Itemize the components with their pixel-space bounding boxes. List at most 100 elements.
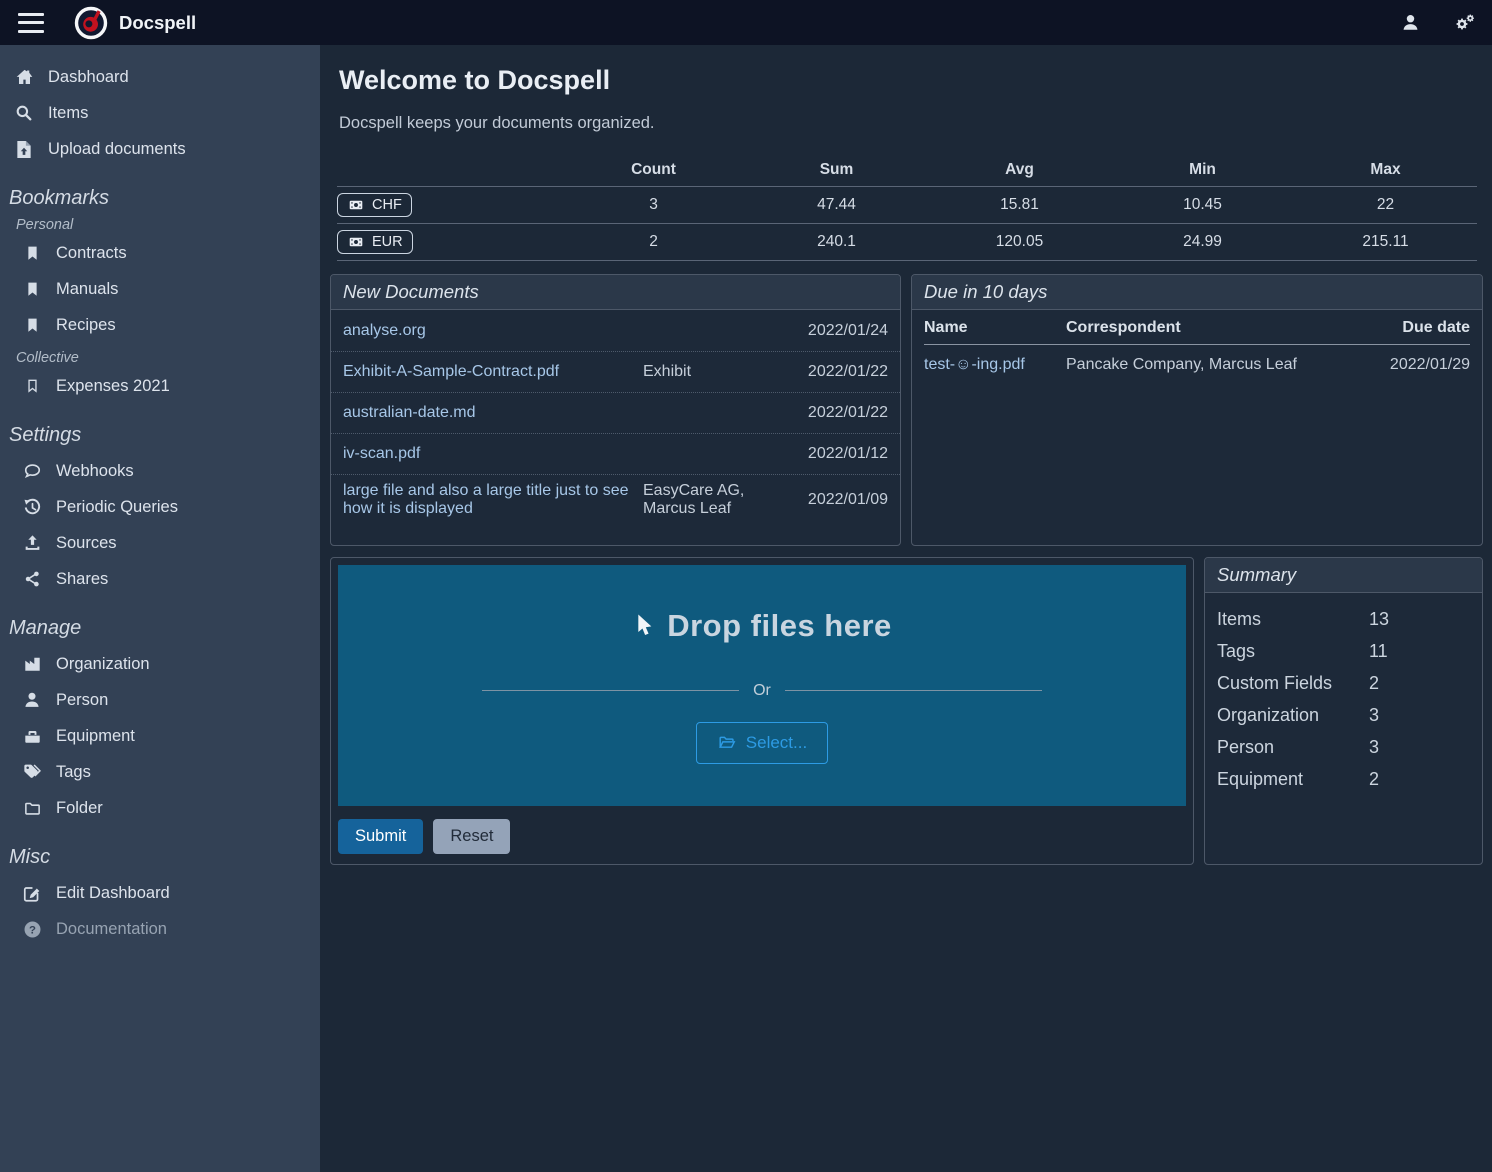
sidebar-item-edit-dashboard[interactable]: Edit Dashboard — [0, 875, 320, 911]
main-content: Welcome to Docspell Docspell keeps your … — [320, 45, 1492, 1172]
stats-row-eur: EUR 2 240.1 120.05 24.99 215.11 — [337, 224, 1477, 261]
folder-icon — [22, 800, 42, 817]
due-table-header: Name Correspondent Due date — [924, 310, 1470, 345]
reset-button[interactable]: Reset — [433, 819, 510, 854]
sidebar-item-label: Tags — [56, 763, 91, 782]
or-label: Or — [753, 682, 771, 700]
document-date: 2022/01/22 — [793, 404, 888, 422]
document-link[interactable]: australian-date.md — [343, 404, 643, 422]
stat-avg: 15.81 — [928, 196, 1111, 214]
sidebar-item-recipes[interactable]: Recipes — [0, 307, 320, 343]
document-date: 2022/01/09 — [793, 491, 888, 509]
sidebar-section-manage: Manage — [0, 617, 320, 640]
bookmark-icon — [22, 316, 42, 334]
menu-toggle-icon[interactable] — [18, 13, 44, 33]
sidebar-item-label: Shares — [56, 570, 108, 589]
stats-header: Avg — [928, 161, 1111, 179]
file-upload-icon — [14, 140, 34, 159]
stats-header: Count — [562, 161, 745, 179]
stat-max: 215.11 — [1294, 233, 1477, 251]
summary-label: Items — [1217, 609, 1369, 630]
document-row: australian-date.md 2022/01/22 — [331, 392, 900, 433]
stats-header: Max — [1294, 161, 1477, 179]
sidebar-item-tags[interactable]: Tags — [0, 754, 320, 790]
stat-max: 22 — [1294, 196, 1477, 214]
summary-row: Custom Fields 2 — [1217, 667, 1470, 699]
stats-row-chf: CHF 3 47.44 15.81 10.45 22 — [337, 187, 1477, 224]
file-dropzone[interactable]: Drop files here Or Select... — [338, 565, 1186, 806]
sidebar-item-dashboard[interactable]: Dasbhoard — [0, 59, 320, 95]
sidebar-item-upload-documents[interactable]: Upload documents — [0, 131, 320, 167]
sidebar-section-settings: Settings — [0, 424, 320, 447]
sidebar-item-webhooks[interactable]: Webhooks — [0, 453, 320, 489]
summary-panel: Summary Items 13 Tags 11 Custom Fields 2 — [1204, 557, 1483, 865]
search-icon — [14, 104, 34, 122]
select-files-button[interactable]: Select... — [696, 722, 828, 764]
stat-avg: 120.05 — [928, 233, 1111, 251]
new-documents-panel: New Documents analyse.org 2022/01/24 Exh… — [330, 274, 901, 546]
sidebar-item-folder[interactable]: Folder — [0, 790, 320, 826]
sidebar-item-label: Contracts — [56, 244, 127, 263]
sidebar-item-periodic-queries[interactable]: Periodic Queries — [0, 489, 320, 525]
tags-icon — [22, 763, 42, 781]
app-title: Docspell — [119, 12, 196, 34]
settings-menu-button[interactable] — [1452, 13, 1476, 33]
docspell-logo[interactable] — [74, 6, 108, 40]
home-icon — [14, 68, 34, 87]
user-icon — [1401, 13, 1420, 32]
document-row: iv-scan.pdf 2022/01/12 — [331, 433, 900, 474]
summary-label: Organization — [1217, 705, 1369, 726]
dropzone-title: Drop files here — [632, 608, 892, 644]
document-date: 2022/01/12 — [793, 445, 888, 463]
document-link[interactable]: iv-scan.pdf — [343, 445, 643, 463]
sidebar-item-organization[interactable]: Organization — [0, 646, 320, 682]
user-menu-button[interactable] — [1401, 13, 1420, 32]
sidebar-item-expenses-2021[interactable]: Expenses 2021 — [0, 368, 320, 404]
person-icon — [22, 691, 42, 709]
sidebar-item-label: Dasbhoard — [48, 68, 129, 87]
document-correspondent: EasyCare AG, Marcus Leaf — [643, 482, 793, 518]
sidebar-item-label: Expenses 2021 — [56, 377, 170, 396]
document-link[interactable]: Exhibit-A-Sample-Contract.pdf — [343, 363, 643, 381]
summary-value: 2 — [1369, 673, 1470, 694]
sidebar-item-contracts[interactable]: Contracts — [0, 235, 320, 271]
panel-title: Summary — [1205, 558, 1482, 593]
document-row: large file and also a large title just t… — [331, 474, 900, 525]
sidebar-item-items[interactable]: Items — [0, 95, 320, 131]
sidebar-item-manuals[interactable]: Manuals — [0, 271, 320, 307]
bookmark-outline-icon — [22, 377, 42, 395]
sidebar-item-shares[interactable]: Shares — [0, 561, 320, 597]
document-link[interactable]: test-☺-ing.pdf — [924, 356, 1066, 374]
stat-sum: 240.1 — [745, 233, 928, 251]
document-row: Exhibit-A-Sample-Contract.pdf Exhibit 20… — [331, 351, 900, 392]
sidebar-item-label: Items — [48, 104, 88, 123]
stat-count: 3 — [562, 196, 745, 214]
sidebar-item-label: Equipment — [56, 727, 135, 746]
sidebar-item-label: Upload documents — [48, 140, 186, 159]
sidebar-item-sources[interactable]: Sources — [0, 525, 320, 561]
summary-label: Custom Fields — [1217, 673, 1369, 694]
summary-row: Organization 3 — [1217, 699, 1470, 731]
due-date: 2022/01/29 — [1342, 356, 1470, 374]
sidebar-item-equipment[interactable]: Equipment — [0, 718, 320, 754]
sidebar-item-person[interactable]: Person — [0, 682, 320, 718]
sidebar-item-label: Sources — [56, 534, 117, 553]
stats-table: Count Sum Avg Min Max CHF 3 47.44 15.81 … — [337, 153, 1477, 261]
edit-icon — [22, 884, 42, 903]
top-navbar: Docspell — [0, 0, 1492, 45]
submit-button[interactable]: Submit — [338, 819, 423, 854]
share-icon — [22, 570, 42, 588]
summary-row: Items 13 — [1217, 603, 1470, 635]
stat-sum: 47.44 — [745, 196, 928, 214]
sidebar-item-documentation[interactable]: ? Documentation — [0, 911, 320, 947]
sidebar: Dasbhoard Items Upload documents Bookmar… — [0, 45, 320, 1172]
sidebar-item-label: Documentation — [56, 920, 167, 939]
industry-icon — [22, 655, 42, 673]
document-link[interactable]: large file and also a large title just t… — [343, 482, 643, 518]
summary-label: Equipment — [1217, 769, 1369, 790]
currency-badge: CHF — [337, 193, 412, 217]
summary-label: Tags — [1217, 641, 1369, 662]
document-link[interactable]: analyse.org — [343, 322, 643, 340]
sidebar-section-bookmarks: Bookmarks — [0, 187, 320, 210]
stats-header-row: Count Sum Avg Min Max — [337, 153, 1477, 187]
